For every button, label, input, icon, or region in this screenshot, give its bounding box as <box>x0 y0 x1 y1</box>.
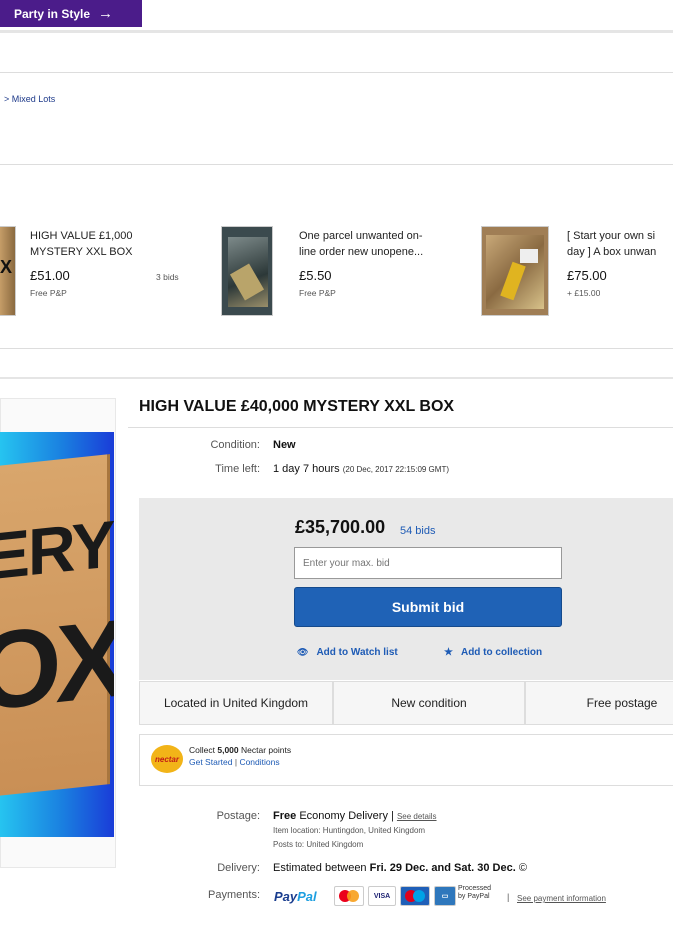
title-line: line order new unopene... <box>299 246 424 258</box>
star-icon: ★ <box>444 647 453 658</box>
delivery-label: Delivery: <box>217 862 260 874</box>
time-left-value: 1 day 7 hours (20 Dec, 2017 22:15:09 GMT… <box>273 463 449 475</box>
item-shipping: + £15.00 <box>567 288 601 298</box>
bids-count-link[interactable]: 54 bids <box>400 525 435 537</box>
title-line: HIGH VALUE £1,000 <box>30 230 133 242</box>
condition-value: New <box>273 439 296 451</box>
collect-suffix: Nectar points <box>241 745 292 755</box>
title-line: MYSTERY XXL BOX <box>30 246 133 258</box>
separator: | <box>234 757 238 767</box>
get-started-link[interactable]: Get Started <box>189 757 232 767</box>
see-details-link[interactable]: See details <box>397 812 437 821</box>
divider <box>0 164 673 165</box>
postage-label: Postage: <box>216 810 260 822</box>
divider <box>0 348 673 349</box>
item-shipping: Free P&P <box>299 288 336 298</box>
time-left-detail: (20 Dec, 2017 22:15:09 GMT) <box>342 465 449 474</box>
current-price: £35,700.00 <box>295 517 386 537</box>
delivery-prefix: Estimated between <box>273 862 367 874</box>
item-title: HIGH VALUE £40,000 MYSTERY XXL BOX <box>139 398 455 415</box>
divider <box>0 30 673 33</box>
processed-by-paypal: Processed by PayPal <box>458 885 491 901</box>
paypal-pay: Pay <box>274 889 298 904</box>
breadcrumb[interactable]: > Mixed Lots <box>4 94 55 104</box>
title-line: One parcel unwanted on- <box>299 230 423 242</box>
collection-label: Add to collection <box>460 647 543 658</box>
arrow-right-icon: → <box>98 5 114 22</box>
separator: | <box>391 810 394 822</box>
mastercard-icon <box>334 886 364 906</box>
item-location: Item location: Huntingdon, United Kingdo… <box>273 826 426 835</box>
item-price: £5.50 <box>299 268 332 283</box>
item-title[interactable]: One parcel unwanted on- line order new u… <box>299 228 461 260</box>
add-to-watchlist-link[interactable]: 👁 Add to Watch list <box>297 647 398 658</box>
recommended-item[interactable]: [ Start your own si day ] A box unwan £7… <box>481 226 673 318</box>
eye-icon: 👁 <box>297 647 309 657</box>
paypal-logo: PayPal <box>274 889 317 904</box>
title-line: day ] A box unwan <box>567 246 657 258</box>
paypal-pal: Pal <box>297 889 317 904</box>
processed-line: by PayPal <box>458 893 490 900</box>
promo-label: Party in Style <box>14 6 91 21</box>
title-line: [ Start your own si <box>567 230 656 242</box>
processed-line: Processed <box>458 885 492 892</box>
postage-free: Free <box>273 810 297 822</box>
condition-feature: New condition <box>333 681 525 725</box>
divider <box>0 72 673 73</box>
nectar-collect-text: Collect 5,000 Nectar points <box>189 745 291 755</box>
location-feature: Located in United Kingdom <box>139 681 333 725</box>
postage-service: Economy Delivery <box>299 810 388 822</box>
item-bids: 3 bids <box>156 272 179 282</box>
watchlist-label: Add to Watch list <box>316 647 398 658</box>
item-thumbnail: X <box>0 226 16 316</box>
divider <box>0 377 673 379</box>
nectar-logo: nectar <box>151 745 183 773</box>
max-bid-input[interactable] <box>294 547 562 579</box>
collect-prefix: Collect <box>189 745 215 755</box>
conditions-link[interactable]: Conditions <box>239 757 279 767</box>
recommended-item[interactable]: X HIGH VALUE £1,000 MYSTERY XXL BOX £51.… <box>0 226 200 318</box>
image-box-text: OX <box>0 596 114 735</box>
add-to-collection-link[interactable]: ★ Add to collection <box>444 647 542 658</box>
visa-icon: VISA <box>368 886 396 906</box>
promo-button[interactable]: Party in Style → <box>0 0 142 27</box>
payments-label: Payments: <box>208 889 260 901</box>
time-left-label: Time left: <box>215 463 260 475</box>
time-left-duration: 1 day 7 hours <box>273 463 340 475</box>
postage-feature: Free postage <box>525 681 673 725</box>
item-thumbnail <box>481 226 549 316</box>
item-title[interactable]: [ Start your own si day ] A box unwan <box>567 228 673 260</box>
item-price: £51.00 <box>30 268 70 283</box>
separator: | <box>507 892 510 902</box>
item-title[interactable]: HIGH VALUE £1,000 MYSTERY XXL BOX <box>30 228 190 260</box>
submit-bid-button[interactable]: Submit bid <box>294 587 562 627</box>
condition-label: Condition: <box>210 439 260 451</box>
main-item-image[interactable]: ERY OX <box>0 432 114 837</box>
item-price: £75.00 <box>567 268 607 283</box>
item-shipping: Free P&P <box>30 288 67 298</box>
nectar-points: 5,000 <box>217 745 239 755</box>
postage-value: Free Economy Delivery | See details <box>273 810 437 822</box>
nectar-links: Get Started | Conditions <box>189 757 280 767</box>
posts-to: Posts to: United Kingdom <box>273 840 364 849</box>
recommended-item[interactable]: One parcel unwanted on- line order new u… <box>221 226 461 318</box>
maestro-icon <box>400 886 430 906</box>
delivery-range: Fri. 29 Dec. and Sat. 30 Dec. <box>369 862 516 874</box>
see-payment-info-link[interactable]: See payment information <box>517 894 606 903</box>
image-box-text: ERY <box>0 506 114 594</box>
item-thumbnail <box>221 226 273 316</box>
amex-icon: ▭ <box>434 886 456 906</box>
delivery-value: Estimated between Fri. 29 Dec. and Sat. … <box>273 862 527 874</box>
info-icon[interactable]: © <box>519 862 527 874</box>
